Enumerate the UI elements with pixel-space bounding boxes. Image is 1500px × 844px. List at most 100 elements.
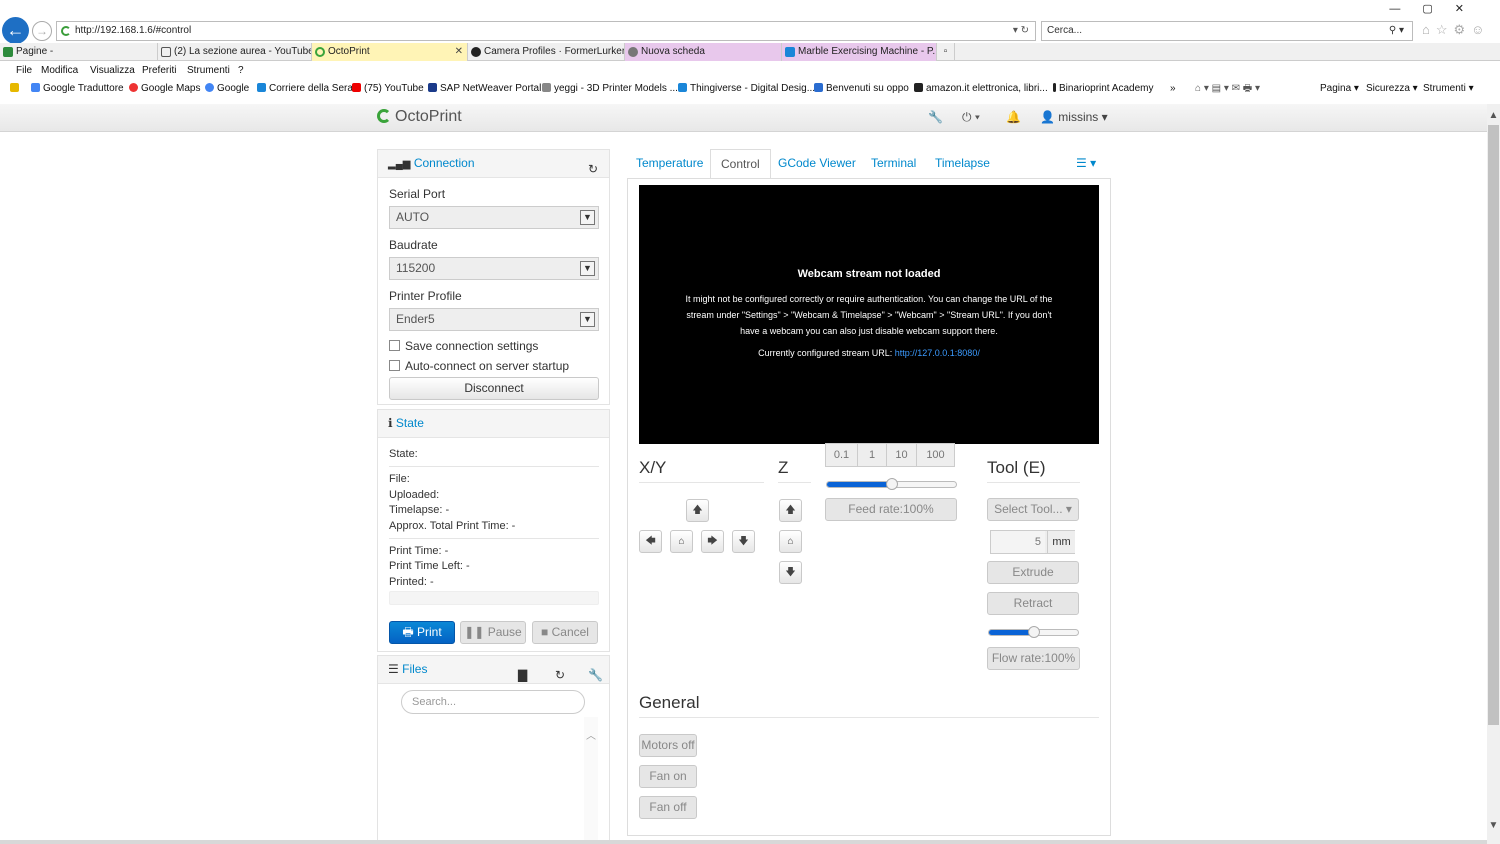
- scroll-down-icon[interactable]: ▼: [1487, 820, 1500, 831]
- step-size-button[interactable]: 1: [857, 443, 887, 467]
- settings-wrench-icon[interactable]: 🔧: [928, 110, 943, 124]
- browser-tab[interactable]: Pagine -: [0, 43, 158, 61]
- jog-x-plus-button[interactable]: 🡆: [701, 530, 724, 553]
- checkbox-box[interactable]: [389, 360, 400, 371]
- home-z-button[interactable]: ⌂: [779, 530, 802, 553]
- cancel-button[interactable]: ■ Cancel: [532, 621, 598, 644]
- tab-gcode-viewer[interactable]: GCode Viewer: [768, 149, 866, 179]
- slider-handle[interactable]: [885, 478, 898, 490]
- state-header[interactable]: ℹ State: [378, 410, 609, 438]
- browser-tab[interactable]: Nuova scheda: [625, 43, 782, 61]
- power-icon[interactable]: ⏻ ▾: [962, 110, 980, 125]
- jog-x-minus-button[interactable]: 🡄: [639, 530, 662, 553]
- back-button[interactable]: ←: [2, 17, 29, 44]
- user-menu[interactable]: 👤 missins ▾: [1040, 110, 1108, 124]
- browser-search-input[interactable]: Cerca... ⚲ ▾: [1041, 21, 1413, 41]
- save-settings-checkbox[interactable]: Save connection settings: [389, 339, 538, 353]
- serial-port-select[interactable]: AUTO ▼: [389, 206, 599, 229]
- scrollbar-thumb[interactable]: [1488, 125, 1499, 725]
- fan-on-button[interactable]: Fan on: [639, 765, 697, 788]
- notifications-bell-icon[interactable]: 🔔: [1006, 110, 1021, 124]
- baudrate-select[interactable]: 115200 ▼: [389, 257, 599, 280]
- motors-off-button[interactable]: Motors off: [639, 734, 697, 757]
- favorites-star-icon[interactable]: [10, 81, 22, 97]
- menu-file[interactable]: File: [16, 63, 32, 79]
- printer-profile-select[interactable]: Ender5 ▼: [389, 308, 599, 331]
- jog-y-minus-button[interactable]: 🡇: [732, 530, 755, 553]
- files-scrollbar[interactable]: ︿: [584, 717, 598, 844]
- tabs-overflow-menu[interactable]: ☰ ▾: [1066, 149, 1106, 179]
- menu-help[interactable]: ?: [238, 63, 244, 79]
- favorite-link[interactable]: Binarioprint Academy: [1053, 81, 1154, 97]
- feed-rate-slider[interactable]: [826, 478, 957, 490]
- retract-button[interactable]: Retract: [987, 592, 1079, 615]
- extrude-amount-value[interactable]: 5: [991, 531, 1045, 553]
- browser-tab[interactable]: Marble Exercising Machine - P...: [782, 43, 937, 61]
- browser-toolbar-icons[interactable]: ⌂☆⚙☺: [1422, 22, 1490, 38]
- favorite-link[interactable]: Thingiverse - Digital Desig...: [678, 81, 815, 97]
- page-scrollbar[interactable]: ▲ ▼: [1487, 104, 1500, 844]
- jog-z-minus-button[interactable]: 🡇: [779, 561, 802, 584]
- menu-sicurezza[interactable]: Sicurezza ▾: [1366, 81, 1418, 97]
- files-title[interactable]: Files: [402, 662, 427, 676]
- step-size-button[interactable]: 0.1: [825, 443, 858, 467]
- new-tab-button[interactable]: ▫: [937, 43, 955, 61]
- favorite-link[interactable]: Benvenuti su oppo: [814, 81, 909, 97]
- favorite-link[interactable]: Corriere della Sera: [257, 81, 353, 97]
- files-search-input[interactable]: Search...: [401, 690, 585, 714]
- browser-tab-active[interactable]: OctoPrint ✕: [312, 43, 468, 61]
- feed-rate-button[interactable]: Feed rate:100%: [825, 498, 957, 521]
- tab-control[interactable]: Control: [710, 149, 771, 179]
- favorite-link[interactable]: SAP NetWeaver Portal: [428, 81, 541, 97]
- scroll-up-icon[interactable]: ▲: [1487, 110, 1500, 121]
- window-controls[interactable]: —▢✕: [1389, 2, 1486, 15]
- jog-z-plus-button[interactable]: 🡅: [779, 499, 802, 522]
- forward-button[interactable]: →: [32, 21, 52, 41]
- tab-temperature[interactable]: Temperature: [626, 149, 713, 179]
- menu-pagina[interactable]: Pagina ▾: [1320, 81, 1359, 97]
- tab-timelapse[interactable]: Timelapse: [925, 149, 1000, 179]
- favorite-link[interactable]: Google: [205, 81, 249, 97]
- browser-tool-icons[interactable]: ⌂ ▾ ▤ ▾ ✉ 🖶 ▾: [1195, 81, 1260, 97]
- webcam-url-link[interactable]: http://127.0.0.1:8080/: [895, 348, 980, 358]
- checkbox-box[interactable]: [389, 340, 400, 351]
- menu-strumenti-toolbar[interactable]: Strumenti ▾: [1423, 81, 1474, 97]
- jog-y-plus-button[interactable]: 🡅: [686, 499, 709, 522]
- address-bar[interactable]: http://192.168.1.6/#control ▾ ↻: [56, 21, 1036, 41]
- tab-terminal[interactable]: Terminal: [861, 149, 926, 179]
- state-title[interactable]: State: [396, 416, 424, 430]
- new-file-icon[interactable]: ▇: [518, 662, 527, 689]
- menu-modifica[interactable]: Modifica: [41, 63, 78, 79]
- close-tab-icon[interactable]: ✕: [455, 43, 463, 60]
- print-button[interactable]: 🖶 Print: [389, 621, 455, 644]
- flow-rate-slider[interactable]: [988, 626, 1079, 638]
- menu-visualizza[interactable]: Visualizza: [90, 63, 135, 79]
- files-header[interactable]: ☰ Files ▇ ↻ 🔧: [378, 656, 609, 684]
- refresh-icon[interactable]: ▾ ↻: [1013, 22, 1029, 40]
- step-size-button[interactable]: 10: [886, 443, 917, 467]
- favorite-link[interactable]: (75) YouTube: [352, 81, 424, 97]
- slider-handle[interactable]: [1027, 626, 1040, 638]
- autoconnect-checkbox[interactable]: Auto-connect on server startup: [389, 359, 569, 373]
- pause-button[interactable]: ❚❚ Pause: [460, 621, 526, 644]
- favorite-link[interactable]: Google Maps: [129, 81, 200, 97]
- menu-strumenti[interactable]: Strumenti: [187, 63, 230, 79]
- browser-tab[interactable]: (2) La sezione aurea - YouTube: [158, 43, 312, 61]
- connection-header[interactable]: ▂▄▆ Connection ↻: [378, 150, 609, 178]
- refresh-icon[interactable]: ↻: [555, 662, 565, 689]
- extrude-amount-input[interactable]: 5 mm: [990, 530, 1075, 554]
- favorite-link[interactable]: amazon.it elettronica, libri...: [914, 81, 1048, 97]
- fan-off-button[interactable]: Fan off: [639, 796, 697, 819]
- menu-preferiti[interactable]: Preferiti: [142, 63, 176, 79]
- octoprint-brand[interactable]: OctoPrint: [377, 108, 462, 126]
- home-xy-button[interactable]: ⌂: [670, 530, 693, 553]
- search-icon[interactable]: ⚲ ▾: [1389, 22, 1404, 40]
- chevron-right-icon[interactable]: »: [1170, 81, 1176, 97]
- select-tool-dropdown[interactable]: Select Tool... ▾: [987, 498, 1079, 521]
- step-size-button[interactable]: 100: [916, 443, 955, 467]
- favorite-link[interactable]: yeggi - 3D Printer Models ...: [542, 81, 678, 97]
- favorite-link[interactable]: Google Traduttore: [31, 81, 124, 97]
- refresh-icon[interactable]: ↻: [588, 156, 598, 183]
- extrude-button[interactable]: Extrude: [987, 561, 1079, 584]
- disconnect-button[interactable]: Disconnect: [389, 377, 599, 400]
